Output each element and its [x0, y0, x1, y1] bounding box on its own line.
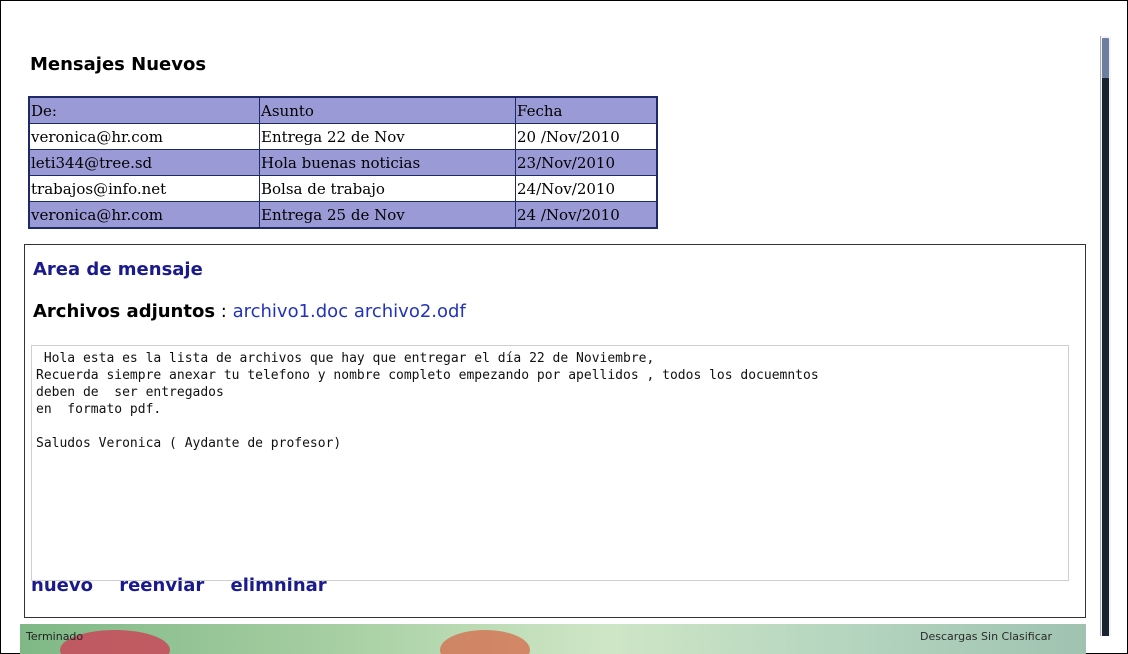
status-right-text: Descargas Sin Clasificar: [920, 630, 1053, 643]
table-row[interactable]: veronica@hr.com Entrega 22 de Nov 20 /No…: [28, 123, 658, 150]
attachments-separator: :: [215, 301, 233, 322]
message-from[interactable]: veronica@hr.com: [28, 201, 260, 229]
message-subject[interactable]: Entrega 25 de Nov: [259, 201, 516, 229]
table-row[interactable]: veronica@hr.com Entrega 25 de Nov 24 /No…: [28, 201, 658, 229]
attachment-link-odf[interactable]: archivo2.odf: [354, 301, 466, 322]
column-header-date: Fecha: [515, 96, 658, 124]
message-subject[interactable]: Bolsa de trabajo: [259, 175, 516, 202]
table-row[interactable]: trabajos@info.net Bolsa de trabajo 24/No…: [28, 175, 658, 202]
attachments-line: Archivos adjuntos : archivo1.doc archivo…: [33, 301, 466, 322]
message-date[interactable]: 23/Nov/2010: [515, 149, 658, 176]
message-date[interactable]: 24/Nov/2010: [515, 175, 658, 202]
scrollbar-thumb[interactable]: [1102, 38, 1109, 78]
column-header-subject: Asunto: [259, 96, 516, 124]
message-actions: nuevo reenviar elimninar: [31, 575, 347, 596]
message-area-panel: Area de mensaje Archivos adjuntos : arch…: [24, 244, 1086, 618]
attachment-link-doc[interactable]: archivo1.doc: [233, 301, 349, 322]
browser-status-bar: Terminado Descargas Sin Clasificar: [20, 624, 1086, 654]
wallpaper-flower: [440, 630, 530, 654]
delete-link[interactable]: elimninar: [231, 575, 327, 596]
table-row[interactable]: leti344@tree.sd Hola buenas noticias 23/…: [28, 149, 658, 176]
message-subject[interactable]: Hola buenas noticias: [259, 149, 516, 176]
inbox-table: De: Asunto Fecha veronica@hr.com Entrega…: [28, 96, 658, 229]
scrollbar-track[interactable]: [1102, 78, 1109, 636]
status-text: Terminado: [26, 630, 84, 643]
attachments-label: Archivos adjuntos: [33, 301, 216, 322]
message-body-textarea[interactable]: Hola esta es la lista de archivos que ha…: [31, 345, 1069, 581]
message-area-title: Area de mensaje: [33, 259, 203, 280]
message-date[interactable]: 24 /Nov/2010: [515, 201, 658, 229]
new-message-link[interactable]: nuevo: [31, 575, 93, 596]
column-header-from: De:: [28, 96, 260, 124]
message-subject[interactable]: Entrega 22 de Nov: [259, 123, 516, 150]
message-from[interactable]: veronica@hr.com: [28, 123, 260, 150]
message-date[interactable]: 20 /Nov/2010: [515, 123, 658, 150]
message-from[interactable]: trabajos@info.net: [28, 175, 260, 202]
forward-link[interactable]: reenviar: [119, 575, 204, 596]
table-header-row: De: Asunto Fecha: [28, 96, 658, 124]
page-title: Mensajes Nuevos: [30, 54, 207, 75]
message-from[interactable]: leti344@tree.sd: [28, 149, 260, 176]
